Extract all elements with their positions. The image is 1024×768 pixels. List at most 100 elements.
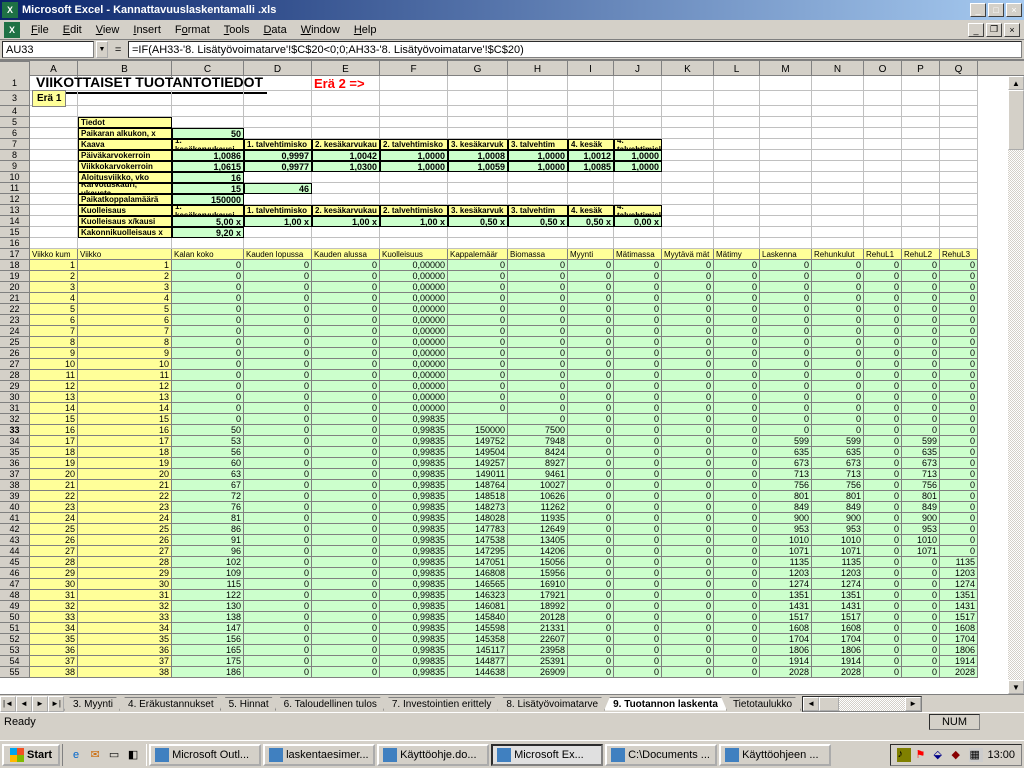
table-cell[interactable]: 35 [30, 634, 78, 645]
table-cell[interactable]: 0 [662, 513, 714, 524]
table-cell[interactable]: 0 [508, 260, 568, 271]
table-cell[interactable]: 900 [760, 513, 812, 524]
table-cell[interactable]: 0 [312, 513, 380, 524]
row-header-11[interactable]: 11 [0, 183, 30, 194]
table-cell[interactable]: 0 [940, 513, 978, 524]
table-cell[interactable]: 0,99835 [380, 480, 448, 491]
table-header-9[interactable]: Mätimassa [614, 249, 662, 260]
table-cell[interactable]: 0 [760, 359, 812, 370]
table-cell[interactable]: 1203 [812, 568, 864, 579]
row-header-21[interactable]: 21 [0, 293, 30, 304]
table-cell[interactable]: 0 [312, 348, 380, 359]
table-cell[interactable]: 0 [244, 502, 312, 513]
table-cell[interactable]: 0 [940, 535, 978, 546]
table-cell[interactable]: 0,00000 [380, 337, 448, 348]
table-cell[interactable]: 0 [714, 282, 760, 293]
table-cell[interactable]: 0,99835 [380, 513, 448, 524]
row-header-49[interactable]: 49 [0, 601, 30, 612]
namebox-dropdown[interactable]: ▼ [96, 41, 108, 58]
table-cell[interactable]: 0 [864, 656, 902, 667]
table-cell[interactable]: 0 [662, 524, 714, 535]
table-cell[interactable]: 0 [714, 414, 760, 425]
table-cell[interactable]: 0 [812, 403, 864, 414]
table-cell[interactable]: 2 [78, 271, 172, 282]
table-cell[interactable]: 149752 [448, 436, 508, 447]
table-header-6[interactable]: Kappalemäär [448, 249, 508, 260]
table-cell[interactable]: 0 [940, 260, 978, 271]
row-header-13[interactable]: 13 [0, 205, 30, 216]
table-cell[interactable]: 801 [902, 491, 940, 502]
table-cell[interactable]: 0 [568, 546, 614, 557]
table-header-15[interactable]: RehuL2 [902, 249, 940, 260]
table-cell[interactable]: 0 [508, 293, 568, 304]
table-cell[interactable]: 0 [864, 524, 902, 535]
table-cell[interactable]: 0 [714, 491, 760, 502]
table-cell[interactable]: 0 [902, 381, 940, 392]
table-cell[interactable]: 0 [864, 480, 902, 491]
table-cell[interactable]: 0 [568, 436, 614, 447]
table-cell[interactable]: 0,99835 [380, 557, 448, 568]
table-cell[interactable]: 0 [812, 359, 864, 370]
table-cell[interactable]: 0 [614, 282, 662, 293]
table-cell[interactable]: 1351 [760, 590, 812, 601]
table-cell[interactable]: 0 [864, 469, 902, 480]
table-cell[interactable]: 0 [714, 304, 760, 315]
table-cell[interactable]: 0 [244, 535, 312, 546]
table-cell[interactable]: 0,99835 [380, 667, 448, 678]
table-cell[interactable]: 26 [78, 535, 172, 546]
table-cell[interactable]: 1704 [760, 634, 812, 645]
table-cell[interactable]: 0 [614, 524, 662, 535]
table-cell[interactable]: 9 [30, 348, 78, 359]
table-cell[interactable]: 0 [568, 337, 614, 348]
horizontal-scrollbar[interactable]: ◄ ► [802, 696, 922, 712]
table-cell[interactable]: 0,99835 [380, 634, 448, 645]
table-cell[interactable]: 7500 [508, 425, 568, 436]
table-cell[interactable]: 23 [78, 502, 172, 513]
table-cell[interactable]: 0 [902, 337, 940, 348]
table-cell[interactable]: 22 [78, 491, 172, 502]
table-header-4[interactable]: Kauden alussa [312, 249, 380, 260]
table-cell[interactable]: 0 [312, 315, 380, 326]
table-cell[interactable]: 673 [760, 458, 812, 469]
table-cell[interactable]: 0 [568, 271, 614, 282]
row-header-7[interactable]: 7 [0, 139, 30, 150]
ql-ie-icon[interactable]: e [67, 746, 85, 764]
table-cell[interactable]: 599 [760, 436, 812, 447]
table-cell[interactable]: 0 [568, 348, 614, 359]
task-button-2[interactable]: Käyttöohje.do... [377, 744, 489, 766]
table-cell[interactable]: 0 [614, 304, 662, 315]
table-cell[interactable]: 0 [902, 315, 940, 326]
tray-icon-4[interactable]: ◆ [951, 748, 965, 762]
table-cell[interactable]: 149011 [448, 469, 508, 480]
row-header-47[interactable]: 47 [0, 579, 30, 590]
table-cell[interactable]: 15956 [508, 568, 568, 579]
table-cell[interactable]: 0 [614, 447, 662, 458]
table-cell[interactable]: 1431 [940, 601, 978, 612]
table-cell[interactable]: 0 [614, 458, 662, 469]
table-cell[interactable]: 0 [172, 304, 244, 315]
row-header-20[interactable]: 20 [0, 282, 30, 293]
table-cell[interactable]: 0 [614, 546, 662, 557]
table-cell[interactable]: 849 [902, 502, 940, 513]
table-cell[interactable]: 148764 [448, 480, 508, 491]
table-cell[interactable]: 11935 [508, 513, 568, 524]
table-cell[interactable]: 0 [568, 282, 614, 293]
table-cell[interactable]: 86 [172, 524, 244, 535]
close-button[interactable]: × [1006, 3, 1022, 17]
menu-view[interactable]: View [89, 22, 127, 38]
table-cell[interactable]: 148273 [448, 502, 508, 513]
scroll-up-button[interactable]: ▲ [1008, 76, 1024, 90]
table-cell[interactable]: 0 [864, 425, 902, 436]
table-cell[interactable]: 0 [312, 623, 380, 634]
table-cell[interactable]: 31 [78, 590, 172, 601]
table-cell[interactable]: 0 [662, 337, 714, 348]
table-cell[interactable]: 0 [812, 304, 864, 315]
table-cell[interactable]: 0 [902, 634, 940, 645]
table-cell[interactable]: 0,99835 [380, 601, 448, 612]
table-cell[interactable]: 0 [244, 667, 312, 678]
sheet-tab-5[interactable]: 8. Lisätyövoimatarve [497, 697, 607, 711]
table-cell[interactable]: 0 [864, 436, 902, 447]
table-cell[interactable]: 0 [244, 381, 312, 392]
table-cell[interactable]: 109 [172, 568, 244, 579]
table-cell[interactable]: 0 [714, 293, 760, 304]
